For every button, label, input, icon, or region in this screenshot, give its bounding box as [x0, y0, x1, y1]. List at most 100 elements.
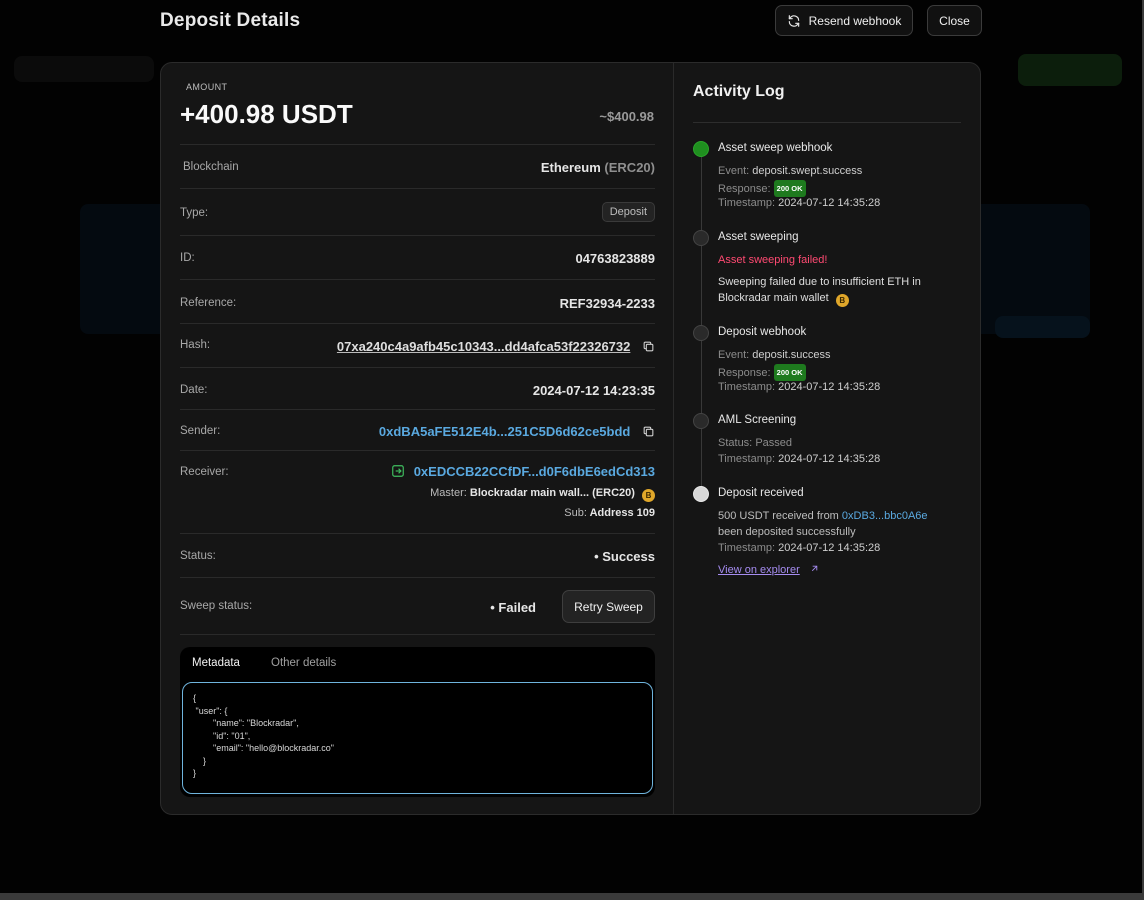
arrow-into-box-icon: [392, 465, 404, 477]
amount-value: +400.98 USDT: [180, 99, 353, 129]
timestamp-label: Timestamp:: [718, 542, 776, 554]
timeline-line: [701, 151, 702, 495]
event-address-link[interactable]: 0xDB3...bbc0A6e: [842, 510, 928, 522]
deposit-modal: AMOUNT +400.98 USDT ~$400.98 Blockchain …: [160, 62, 981, 815]
retry-sweep-button[interactable]: Retry Sweep: [562, 590, 655, 623]
timestamp-label: Timestamp:: [718, 197, 776, 209]
background-action: [1018, 54, 1122, 86]
sweep-status-value: • Failed: [490, 600, 536, 615]
receiver-value: 0xEDCCB22CCfDF...d0F6dbE6edCd313: [391, 464, 655, 479]
event-title: Asset sweeping: [718, 231, 799, 243]
blockchain-value: Ethereum (ERC20): [541, 160, 655, 175]
master-label: Master:: [430, 487, 467, 499]
event-detail: Event: deposit.swept.success: [718, 164, 862, 179]
hash-link[interactable]: 07xa240c4a9afb45c10343...dd4afca53f22326…: [337, 339, 630, 354]
event-dot: [693, 413, 709, 429]
deposit-details-panel: AMOUNT +400.98 USDT ~$400.98 Blockchain …: [161, 63, 673, 814]
row-receiver: Receiver: 0xEDCCB22CCfDF...d0F6dbE6edCd3…: [180, 450, 655, 533]
id-label: ID:: [180, 252, 195, 264]
row-date: Date: 2024-07-12 14:23:35: [180, 367, 655, 409]
event-detail: Event: deposit.success: [718, 348, 831, 363]
type-badge: Deposit: [601, 202, 655, 222]
event-title: Asset sweep webhook: [718, 142, 833, 154]
event-message-2: Blockradar main wallet B: [718, 291, 849, 307]
status-label: Status:: [718, 437, 753, 449]
timestamp-value: 2024-07-12 14:35:28: [778, 197, 881, 209]
hash-value: 07xa240c4a9afb45c10343...dd4afca53f22326…: [337, 339, 655, 354]
event-dot: [693, 325, 709, 341]
event-status: Status: Passed: [718, 436, 792, 451]
background-pill: [995, 316, 1090, 338]
sweep-status-label: Sweep status:: [180, 600, 253, 612]
event-message-2: been deposited successfully: [718, 526, 856, 538]
blockchain-name: Ethereum: [540, 160, 601, 175]
metadata-code: { "user": { "name": "Blockradar", "id": …: [182, 682, 653, 794]
event-dot-current: [693, 486, 709, 502]
status-value: Passed: [755, 437, 793, 449]
row-blockchain: Blockchain Ethereum (ERC20): [180, 144, 655, 188]
activity-log-divider: [693, 122, 961, 123]
row-sweep-status: Sweep status: • Failed Retry Sweep: [180, 577, 655, 635]
view-on-explorer[interactable]: View on explorer: [718, 563, 820, 578]
timestamp-value: 2024-07-12 14:35:28: [778, 453, 881, 465]
event-dot: [693, 230, 709, 246]
event-value: deposit.swept.success: [752, 165, 863, 177]
status-value: • Success: [594, 549, 655, 564]
row-sender: Sender: 0xdBA5aFE512E4b...251C5D6d62ce5b…: [180, 409, 655, 450]
type-value: Deposit: [601, 202, 655, 222]
metadata-panel: Metadata Other details { "user": { "name…: [180, 647, 655, 797]
event-message-text: 500 USDT received from: [718, 510, 839, 522]
resend-webhook-label: Resend webhook: [808, 13, 902, 28]
tab-metadata[interactable]: Metadata: [192, 657, 240, 669]
sender-address-link[interactable]: 0xdBA5aFE512E4b...251C5D6d62ce5bdd: [379, 424, 630, 439]
event-label: Event:: [718, 165, 750, 177]
resend-webhook-button[interactable]: Resend webhook: [775, 5, 913, 36]
close-button[interactable]: Close: [927, 5, 982, 36]
master-value: Blockradar main wall... (ERC20): [469, 487, 635, 499]
event-timestamp: Timestamp: 2024-07-12 14:35:28: [718, 452, 880, 467]
row-reference: Reference: REF32934-2233: [180, 279, 655, 323]
bnb-coin-icon: B: [642, 489, 655, 502]
timestamp-label: Timestamp:: [718, 381, 776, 393]
date-label: Date:: [180, 384, 208, 396]
event-response: Response: 200 OK: [718, 180, 806, 197]
blockchain-label: Blockchain: [183, 161, 239, 173]
timestamp-value: 2024-07-12 14:35:28: [778, 381, 881, 393]
event-message: Sweeping failed due to insufficient ETH …: [718, 276, 921, 288]
event-timestamp: Timestamp: 2024-07-12 14:35:28: [718, 196, 880, 211]
event-message: 500 USDT received from 0xDB3...bbc0A6e: [718, 509, 928, 524]
event-title: Deposit received: [718, 487, 804, 499]
tab-other-details[interactable]: Other details: [271, 657, 336, 669]
blockchain-standard: (ERC20): [604, 160, 655, 175]
event-timestamp: Timestamp: 2024-07-12 14:35:28: [718, 380, 880, 395]
row-id: ID: 04763823889: [180, 235, 655, 279]
hash-label: Hash:: [180, 339, 211, 351]
refresh-icon: [788, 14, 799, 27]
sender-label: Sender:: [180, 425, 221, 437]
activity-log-title: Activity Log: [693, 83, 785, 100]
sub-label: Sub:: [564, 507, 587, 519]
page-title: Deposit Details: [160, 10, 301, 31]
screen: Deposit Details Resend webhook Close AMO…: [0, 0, 1142, 893]
row-status: Status: • Success: [180, 533, 655, 577]
timestamp-value: 2024-07-12 14:35:28: [778, 542, 881, 554]
view-on-explorer-link[interactable]: View on explorer: [718, 564, 800, 576]
receiver-sub: Sub: Address 109: [564, 507, 655, 519]
receiver-label: Receiver:: [180, 466, 229, 478]
event-dot-success: [693, 141, 709, 157]
status-label: Status:: [180, 550, 216, 562]
timestamp-label: Timestamp:: [718, 453, 776, 465]
type-label: Type:: [180, 207, 209, 219]
copy-icon[interactable]: [642, 425, 655, 438]
response-badge: 200 OK: [773, 180, 806, 197]
close-label: Close: [939, 13, 970, 28]
arrow-up-right-icon: [811, 565, 818, 572]
event-title: AML Screening: [718, 414, 797, 426]
response-label: Response:: [718, 183, 771, 195]
receiver-address-link[interactable]: 0xEDCCB22CCfDF...d0F6dbE6edCd313: [414, 464, 655, 479]
date-value: 2024-07-12 14:23:35: [532, 383, 655, 398]
event-message-wallet: Blockradar main wallet: [718, 292, 829, 304]
event-title: Deposit webhook: [718, 326, 807, 338]
copy-icon[interactable]: [642, 340, 655, 353]
amount-label: AMOUNT: [186, 82, 228, 92]
